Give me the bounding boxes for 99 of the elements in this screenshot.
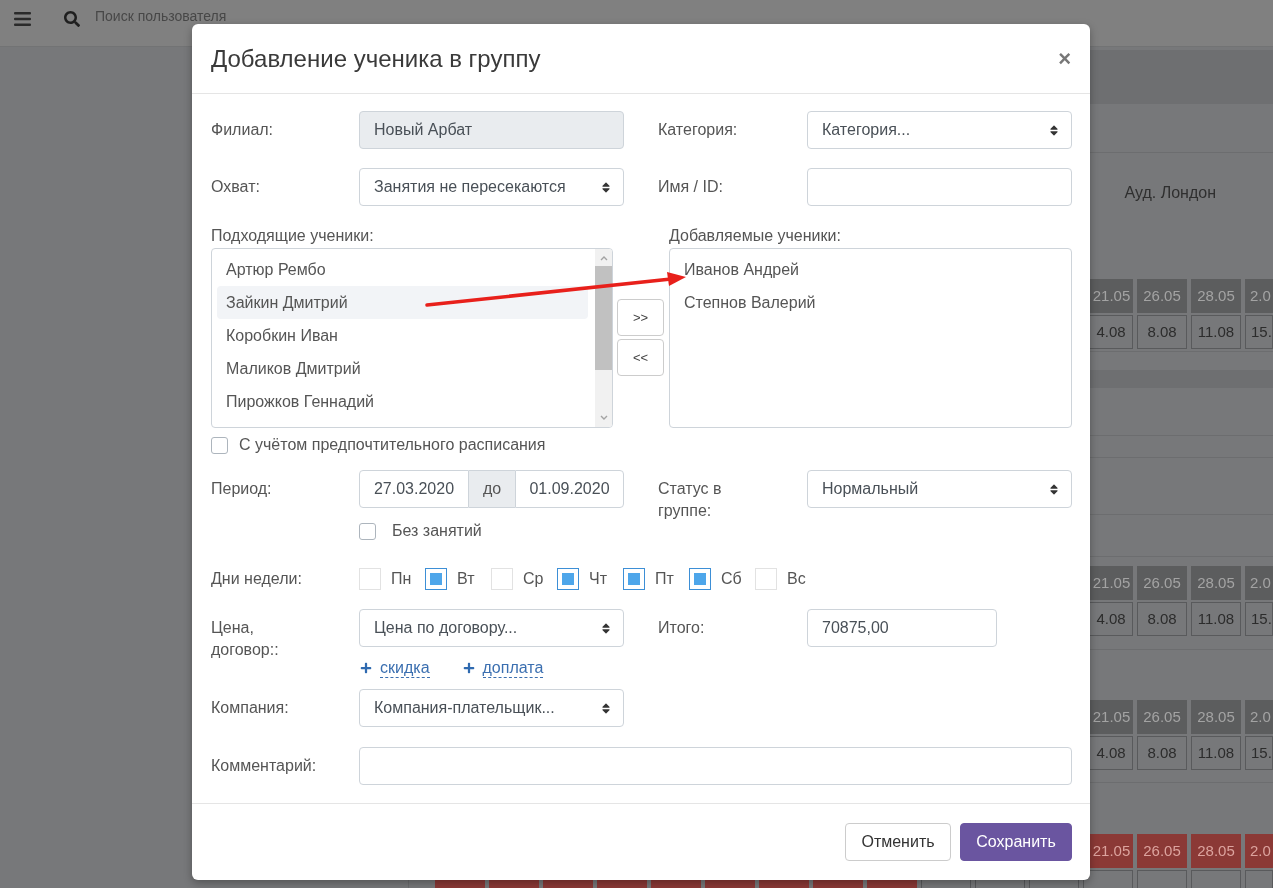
date-cell: 28.05 bbox=[1191, 566, 1241, 600]
list-item[interactable]: Артюр Рембо bbox=[217, 253, 588, 286]
date-cell: 21.05 bbox=[1090, 834, 1133, 868]
add-link[interactable]: скидка bbox=[360, 658, 430, 678]
checkbox[interactable] bbox=[211, 436, 228, 454]
date-cell: 28.05 bbox=[1191, 279, 1241, 313]
date-cell: 2.0 bbox=[1245, 279, 1273, 313]
date-cell: 21.05 bbox=[1090, 279, 1133, 313]
comment-field[interactable] bbox=[359, 747, 1072, 785]
input-addon: до bbox=[469, 470, 515, 508]
price-select[interactable]: Цена по договору... bbox=[359, 609, 624, 647]
day-label: Сб bbox=[721, 569, 742, 589]
day-label: Вс bbox=[787, 569, 806, 589]
menu-icon[interactable] bbox=[14, 12, 31, 26]
date-cell: 15. bbox=[1245, 736, 1273, 770]
checkbox[interactable] bbox=[359, 522, 376, 540]
list-item[interactable]: Зайкин Дмитрий bbox=[217, 286, 588, 319]
date-cell: 11.08 bbox=[1191, 315, 1241, 349]
field-label: Дни недели: bbox=[211, 569, 302, 589]
date-cell: 2.0 bbox=[1245, 834, 1273, 868]
list-label: Подходящие ученики: bbox=[211, 226, 375, 246]
date-cell: 26.05 bbox=[1137, 279, 1187, 313]
day-label: Вт bbox=[457, 569, 475, 589]
checkbox-label: Без занятий bbox=[392, 521, 482, 541]
field-label: Итого: bbox=[658, 618, 705, 638]
day-checkbox[interactable] bbox=[689, 568, 711, 590]
scroll-down-icon bbox=[599, 415, 608, 420]
category-select[interactable]: Категория... bbox=[807, 111, 1072, 149]
scrollbar[interactable] bbox=[595, 249, 612, 427]
date-field[interactable]: 01.09.2020 bbox=[515, 470, 624, 508]
field-label: Имя / ID: bbox=[658, 177, 723, 197]
checkbox-label: С учётом предпочтительного расписания bbox=[239, 435, 546, 455]
updown-caret-icon bbox=[1050, 482, 1058, 496]
scroll-up-icon bbox=[599, 256, 608, 261]
date-cell: 26.05 bbox=[1137, 700, 1187, 734]
move-button[interactable]: << bbox=[617, 339, 664, 376]
schedule-cell bbox=[1245, 870, 1273, 888]
status-select[interactable]: Нормальный bbox=[807, 470, 1072, 508]
date-cell: 28.05 bbox=[1191, 834, 1241, 868]
date-cell: 15. bbox=[1245, 602, 1273, 636]
day-checkbox[interactable] bbox=[623, 568, 645, 590]
list-item[interactable]: Коробкин Иван bbox=[217, 319, 588, 352]
schedule-cell bbox=[1191, 870, 1241, 888]
date-cell: 8.08 bbox=[1137, 315, 1187, 349]
list-item[interactable]: Маликов Дмитрий bbox=[217, 352, 588, 385]
date-cell: 26.05 bbox=[1137, 566, 1187, 600]
list-label: Добавляемые ученики: bbox=[669, 226, 842, 246]
list-item[interactable]: Пирожков Геннадий bbox=[217, 385, 588, 418]
field-label: Категория: bbox=[658, 120, 738, 140]
total-field[interactable]: 70875,00 bbox=[807, 609, 997, 647]
date-cell: 8.08 bbox=[1137, 736, 1187, 770]
updown-caret-icon bbox=[602, 701, 610, 715]
search-icon bbox=[64, 11, 80, 27]
day-label: Пт bbox=[655, 569, 674, 589]
field-label: Период: bbox=[211, 479, 272, 499]
add-link[interactable]: доплата bbox=[462, 658, 544, 678]
date-cell: 2.0 bbox=[1245, 700, 1273, 734]
date-cell: 15. bbox=[1245, 315, 1273, 349]
scrollbar-thumb[interactable] bbox=[595, 266, 612, 370]
save-button[interactable]: Сохранить bbox=[960, 823, 1072, 861]
close-button[interactable]: × bbox=[1058, 47, 1071, 70]
schedule-cell bbox=[1137, 870, 1187, 888]
scope-select[interactable]: Занятия не пересекаются bbox=[359, 168, 624, 206]
date-cell: 26.05 bbox=[1137, 834, 1187, 868]
date-field[interactable]: 27.03.2020 bbox=[359, 470, 469, 508]
date-cell: 21.05 bbox=[1090, 700, 1133, 734]
field-label: Компания: bbox=[211, 698, 289, 718]
name-id-field[interactable] bbox=[807, 168, 1072, 206]
student-list[interactable]: Артюр Рембо Зайкин Дмитрий Коробкин Иван Маликов Дмитрий Пирожков Геннадий bbox=[211, 248, 613, 428]
list-item[interactable]: Степнов Валерий bbox=[675, 286, 1064, 319]
field-label: Охват: bbox=[211, 177, 260, 197]
list-item[interactable]: Иванов Андрей bbox=[675, 253, 1064, 286]
day-checkbox[interactable] bbox=[557, 568, 579, 590]
plus-icon bbox=[360, 662, 372, 674]
student-list[interactable]: Иванов Андрей Степнов Валерий bbox=[669, 248, 1072, 428]
search-field[interactable]: Поиск пользователя bbox=[95, 9, 235, 24]
date-cell: 28.05 bbox=[1191, 700, 1241, 734]
date-cell: 2.0 bbox=[1245, 566, 1273, 600]
updown-caret-icon bbox=[602, 180, 610, 194]
date-cell: 11.08 bbox=[1191, 736, 1241, 770]
updown-caret-icon bbox=[602, 621, 610, 635]
field-label: Комментарий: bbox=[211, 756, 317, 776]
field-label: Филиал: bbox=[211, 120, 274, 140]
dialog-title: Добавление ученика в группу bbox=[211, 43, 541, 74]
updown-caret-icon bbox=[1050, 123, 1058, 137]
cancel-button[interactable]: Отменить bbox=[845, 823, 951, 861]
day-checkbox[interactable] bbox=[425, 568, 447, 590]
plus-icon bbox=[462, 662, 475, 674]
room-name: Ауд. Лондон bbox=[1124, 183, 1216, 203]
date-cell: 11.08 bbox=[1191, 602, 1241, 636]
field-label: Статус в группе: bbox=[658, 479, 723, 521]
move-button[interactable]: >> bbox=[617, 299, 664, 336]
date-cell: 8.08 bbox=[1137, 602, 1187, 636]
field-label: Цена, договор:: bbox=[211, 618, 280, 660]
day-label: Пн bbox=[391, 569, 412, 589]
day-label: Чт bbox=[589, 569, 607, 589]
company-select[interactable]: Компания-плательщик... bbox=[359, 689, 624, 727]
date-cell: 21.05 bbox=[1090, 566, 1133, 600]
day-label: Ср bbox=[523, 569, 544, 589]
